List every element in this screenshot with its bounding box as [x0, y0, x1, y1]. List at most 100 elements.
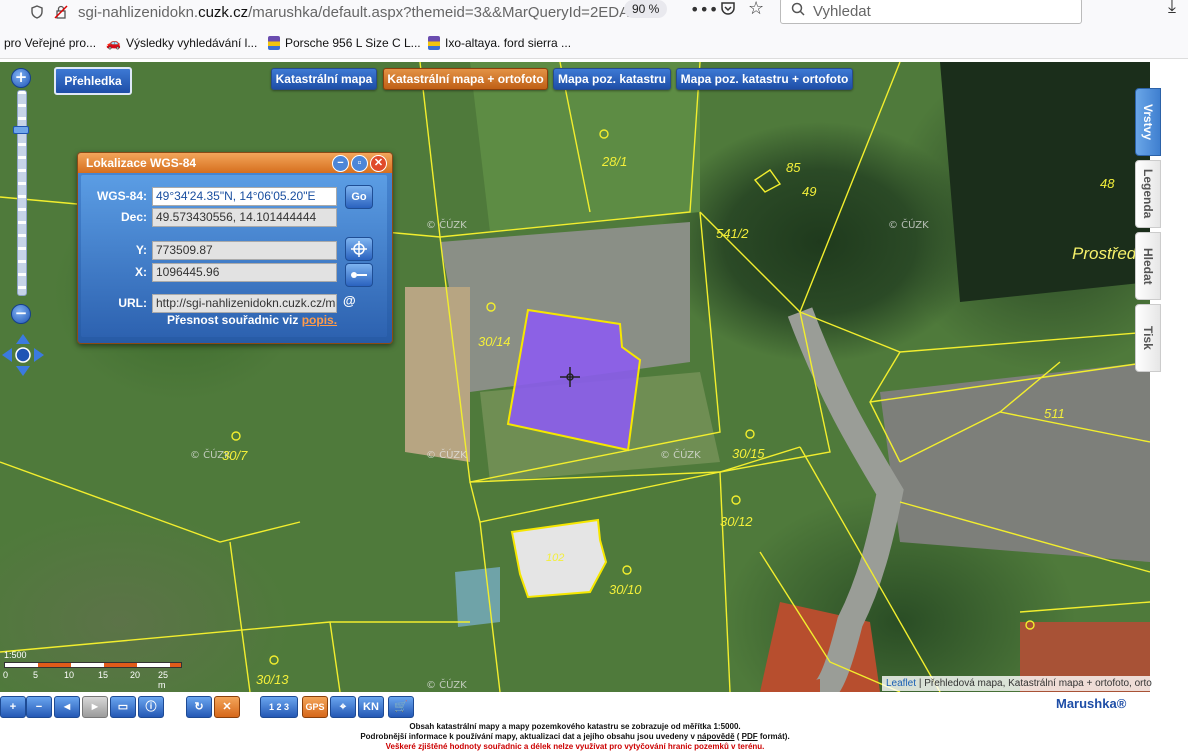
kn-button[interactable]: KN [358, 696, 384, 718]
crosshair-icon [351, 241, 367, 257]
leaflet-link[interactable]: Leaflet [886, 678, 916, 689]
insecure-lock-icon[interactable] [54, 5, 68, 19]
watermark: © ČÚZK [426, 450, 467, 461]
star-icon[interactable]: ☆ [748, 0, 764, 19]
gps-button[interactable]: GPS [302, 696, 328, 718]
attribution: Leaflet | Přehledová mapa, Katastrální m… [882, 676, 1156, 691]
more-icon[interactable]: ••• [690, 0, 718, 19]
dec-field[interactable]: 49.573430556, 14.101444444 [152, 208, 337, 227]
watermark: © ČÚZK [426, 220, 467, 231]
shopping-bag-icon [268, 36, 280, 50]
help-link[interactable]: nápovědě [697, 732, 734, 741]
tab-legend[interactable]: Legenda [1135, 160, 1161, 228]
shield-icon[interactable] [30, 5, 44, 19]
measure-button[interactable]: 1 2 3 [260, 696, 298, 718]
watermark: © ČÚZK [660, 450, 701, 461]
scale-tick: 20 [130, 670, 141, 680]
scale-tick: 5 [33, 670, 39, 680]
restore-icon[interactable]: ▫ [351, 155, 368, 172]
zoom-in-icon[interactable]: + [11, 68, 31, 88]
pan-up-icon [16, 334, 30, 344]
go-button[interactable]: Go [345, 185, 373, 209]
parcel-label: 28/1 [602, 154, 628, 169]
cart-button[interactable]: 🛒 [388, 696, 414, 718]
search-icon [791, 2, 805, 20]
dec-label: Dec: [120, 210, 147, 224]
bookmark-1[interactable]: pro Veřejné pro... [4, 36, 96, 50]
bookmark-2[interactable]: 🚗 Výsledky vyhledávání l... [106, 36, 257, 50]
pan-down-icon [16, 366, 30, 376]
parcel-label: 30/10 [609, 582, 642, 597]
y-field[interactable]: 773509.87 [152, 241, 337, 260]
url-field[interactable]: http://sgi-nahlizenidokn.cuzk.cz/marushk… [152, 294, 337, 313]
minimize-icon[interactable]: − [332, 155, 349, 172]
scale-tick: 0 [3, 670, 9, 680]
parcel-label: 511 [1044, 406, 1065, 421]
parcel-label: 85 [786, 160, 801, 175]
pick-point-icon [351, 272, 367, 278]
x-field[interactable]: 1096445.96 [152, 263, 337, 282]
layer-button-cadastral[interactable]: Katastrální mapa [271, 68, 377, 90]
bookmark-4[interactable]: Ixo-altaya. ford sierra ... [428, 36, 571, 50]
scale-label: 1:500 [4, 650, 27, 660]
pan-left-icon [2, 348, 12, 362]
zoom-box-button[interactable]: ▭ [110, 696, 136, 718]
footer-line: Podrobnější informace k používání mapy, … [360, 732, 790, 741]
pocket-icon[interactable] [720, 0, 736, 20]
marushka-logo: Marushka® [1056, 696, 1127, 711]
pan-right-icon [34, 348, 44, 362]
scale-tick: 25 m [158, 670, 169, 690]
zoom-slider[interactable]: + − [11, 68, 31, 324]
layer-button-cadastral-ortho[interactable]: Katastrální mapa + ortofoto [383, 68, 548, 90]
tab-search[interactable]: Hledat [1135, 232, 1161, 300]
locate-wgs-button[interactable]: ⌖ [330, 696, 356, 718]
back-button[interactable]: ◄ [54, 696, 80, 718]
search-input[interactable]: Vyhledat [780, 0, 1082, 24]
pick-point-button[interactable] [345, 263, 373, 287]
zoom-out-icon[interactable]: − [11, 304, 31, 324]
car-icon: 🚗 [106, 36, 121, 50]
layer-button-land-map-ortho[interactable]: Mapa poz. katastru + ortofoto [676, 68, 853, 90]
refresh-button[interactable]: ↻ [186, 696, 212, 718]
wgs-label: WGS-84: [96, 189, 147, 203]
parcel-label: 30/14 [478, 334, 511, 349]
tab-layers[interactable]: Vrstvy [1135, 88, 1161, 156]
parcel-label: 30/15 [732, 446, 765, 461]
layer-button-land-map[interactable]: Mapa poz. katastru [553, 68, 671, 90]
bookmark-3[interactable]: Porsche 956 L Size C L... [268, 36, 421, 50]
email-link-icon[interactable]: @ [343, 293, 356, 308]
zoom-track[interactable] [17, 90, 27, 296]
pan-control[interactable] [0, 332, 46, 378]
parcel-label: 30/12 [720, 514, 753, 529]
url-label: URL: [118, 296, 147, 310]
clear-button[interactable]: ✕ [214, 696, 240, 718]
precision-link[interactable]: popis. [302, 313, 337, 327]
zoom-in-button[interactable]: + [0, 696, 26, 718]
precision-note: Přesnost souřadnic viz popis. [167, 313, 338, 327]
zoom-badge[interactable]: 90 % [624, 0, 668, 18]
zoom-out-button[interactable]: − [26, 696, 52, 718]
zoom-handle[interactable] [13, 126, 29, 134]
parcel-label: 30/13 [256, 672, 289, 687]
url-text: sgi-nahlizenidokn.cuzk.cz/marushka/defau… [78, 3, 638, 21]
x-label: X: [135, 265, 147, 279]
locate-button[interactable] [345, 237, 373, 261]
scale-ruler [4, 662, 182, 668]
footer-warning: Veškeré zjištěné hodnoty souřadnic a dél… [385, 742, 765, 751]
wgs-field[interactable]: 49°34'24.35"N, 14°06'05.20"E [152, 187, 337, 206]
forward-button[interactable]: ► [82, 696, 108, 718]
parcel-label: 49 [802, 184, 817, 199]
overview-button[interactable]: Přehledka [54, 67, 132, 95]
parcel-label: 48 [1100, 176, 1115, 191]
tab-print[interactable]: Tisk [1135, 304, 1161, 372]
shopping-bag-icon [428, 36, 440, 50]
close-icon[interactable]: ✕ [370, 155, 387, 172]
watermark: © ČÚZK [426, 680, 467, 691]
y-label: Y: [135, 243, 147, 257]
download-icon[interactable]: ⤓ [1168, 0, 1176, 17]
pdf-link[interactable]: PDF [742, 732, 758, 741]
watermark: © ČÚZK [888, 220, 929, 231]
parcel-label: 30/7 [222, 448, 248, 463]
parcel-label: 541/2 [716, 226, 749, 241]
info-button[interactable]: ⓘ [138, 696, 164, 718]
